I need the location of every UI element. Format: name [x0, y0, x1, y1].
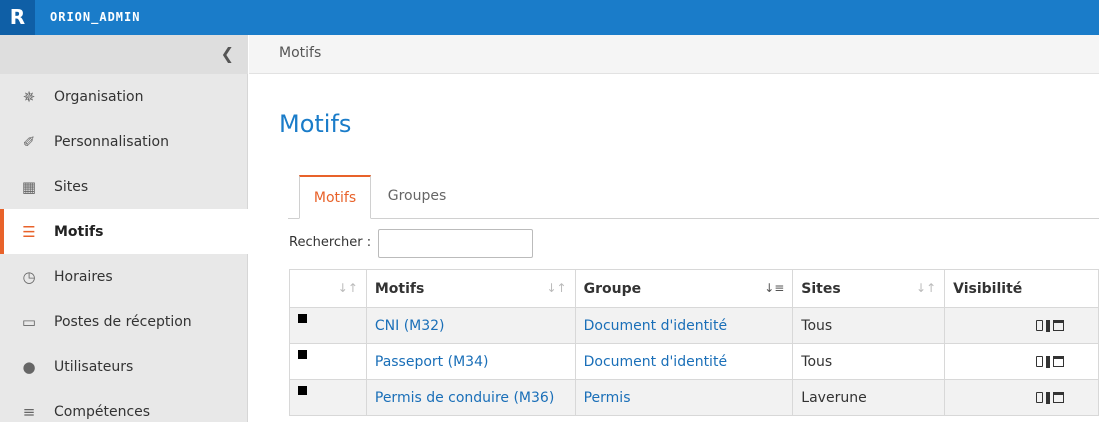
sort-asc-icon: ↓≡: [764, 281, 785, 295]
search-input[interactable]: [378, 229, 533, 258]
app-logo[interactable]: R: [0, 0, 35, 35]
table-row[interactable]: Passeport (M34) Document d'identité Tous: [289, 343, 1099, 380]
gear-icon: ✵: [22, 87, 36, 106]
sidebar-item-label: Horaires: [54, 268, 113, 285]
sort-icon: ↓↑: [546, 281, 567, 295]
motif-link[interactable]: Passeport (M34): [375, 354, 489, 370]
table-row[interactable]: Permis de conduire (M36) Permis Laverune: [289, 379, 1099, 416]
sidebar-item-motifs[interactable]: ☰ Motifs: [0, 209, 248, 254]
motifs-table: ↓↑ Motifs ↓↑ Groupe ↓≡ Sites ↓↑ Visibilité …: [289, 269, 1099, 416]
brush-icon: ✐: [22, 132, 36, 151]
visibility-cell: [944, 307, 1099, 344]
sidebar-collapse-button[interactable]: ❮: [0, 35, 248, 74]
visibility-cell: [944, 343, 1099, 380]
page-title: Motifs: [279, 110, 352, 138]
sort-icon: ↓↑: [337, 281, 358, 295]
groupe-link[interactable]: Permis: [584, 390, 631, 406]
color-cell: [289, 307, 367, 344]
sidebar-item-label: Organisation: [54, 88, 144, 105]
clock-icon: ◷: [22, 267, 36, 286]
sidebar-item-sites[interactable]: ▦ Sites: [0, 164, 248, 209]
sidebar-item-label: Compétences: [54, 403, 151, 420]
building-icon: ▦: [21, 177, 37, 196]
sidebar-item-label: Motifs: [54, 223, 104, 240]
sidebar-item-organisation[interactable]: ✵ Organisation: [0, 74, 248, 119]
kiosk-icon: [1046, 355, 1050, 368]
column-header-motifs[interactable]: Motifs ↓↑: [365, 269, 576, 308]
sidebar: ❮ ✵ Organisation ✐ Personnalisation ▦ Si…: [0, 35, 248, 422]
sidebar-item-utilisateurs[interactable]: ● Utilisateurs: [0, 344, 248, 389]
sidebar-item-competences[interactable]: ≡ Compétences: [0, 389, 248, 422]
color-swatch: [298, 313, 307, 323]
sliders-icon: ≡: [22, 402, 36, 421]
breadcrumb: Motifs: [249, 35, 1099, 74]
sites-cell: Tous: [792, 307, 946, 344]
calendar-icon: [1053, 320, 1064, 331]
color-swatch: [298, 385, 307, 395]
color-cell: [289, 343, 367, 380]
motif-link[interactable]: Permis de conduire (M36): [375, 390, 554, 406]
sites-cell: Laverune: [792, 379, 946, 416]
clipboard-icon: ☰: [22, 222, 36, 241]
visibility-cell: [944, 379, 1099, 416]
sidebar-item-label: Utilisateurs: [54, 358, 134, 375]
kiosk-icon: [1046, 319, 1050, 332]
sidebar-item-label: Personnalisation: [54, 133, 169, 150]
phone-icon: [1036, 392, 1043, 403]
column-header-visibilite[interactable]: Visibilité: [944, 269, 1099, 308]
sidebar-item-horaires[interactable]: ◷ Horaires: [0, 254, 248, 299]
color-swatch: [298, 349, 307, 359]
table-row[interactable]: CNI (M32) Document d'identité Tous: [289, 307, 1099, 344]
tab-groupes[interactable]: Groupes: [377, 175, 457, 219]
kiosk-icon: [1046, 391, 1050, 404]
sort-icon: ↓↑: [916, 281, 937, 295]
sites-cell: Tous: [792, 343, 946, 380]
monitor-icon: ▭: [21, 312, 37, 331]
sidebar-item-postes-de-reception[interactable]: ▭ Postes de réception: [0, 299, 248, 344]
sidebar-item-label: Sites: [54, 178, 89, 195]
brand-name[interactable]: ORION_ADMIN: [50, 0, 140, 35]
column-header-groupe[interactable]: Groupe ↓≡: [574, 269, 794, 308]
search-label: Rechercher :: [289, 235, 372, 250]
top-bar: R ORION_ADMIN: [0, 0, 1099, 35]
calendar-icon: [1053, 356, 1064, 367]
phone-icon: [1036, 320, 1043, 331]
tab-motifs[interactable]: Motifs: [299, 175, 371, 219]
column-header-color[interactable]: ↓↑: [289, 269, 367, 308]
calendar-icon: [1053, 392, 1064, 403]
motif-link[interactable]: CNI (M32): [375, 318, 445, 334]
breadcrumb-current: Motifs: [279, 45, 322, 61]
user-icon: ●: [22, 357, 36, 376]
groupe-link[interactable]: Document d'identité: [584, 354, 727, 370]
chevron-left-icon: ❮: [220, 44, 234, 63]
groupe-link[interactable]: Document d'identité: [584, 318, 727, 334]
phone-icon: [1036, 356, 1043, 367]
sidebar-item-label: Postes de réception: [54, 313, 192, 330]
color-cell: [289, 379, 367, 416]
sidebar-item-personnalisation[interactable]: ✐ Personnalisation: [0, 119, 248, 164]
column-header-sites[interactable]: Sites ↓↑: [792, 269, 946, 308]
